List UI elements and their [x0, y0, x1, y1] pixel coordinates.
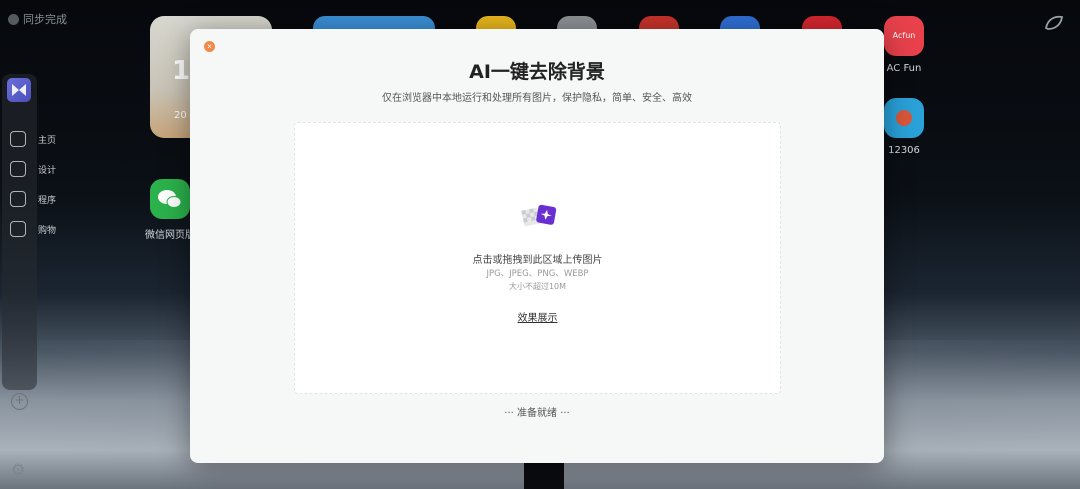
widget-sub: 20	[174, 110, 187, 121]
upload-instruction: 点击或拖拽到此区域上传图片	[472, 255, 603, 266]
dock-item-design[interactable]: 设计	[10, 161, 56, 177]
dock-item-label: 购物	[38, 225, 57, 236]
bag-icon	[10, 221, 26, 237]
leaf-icon[interactable]	[1044, 14, 1064, 32]
app-label-acfun: AC Fun	[886, 63, 922, 74]
wallpaper-figure	[524, 462, 564, 489]
bg-removal-dialog: × AI一键去除背景 仅在浏览器中本地运行和处理所有图片，保护隐私，简单、安全、…	[190, 29, 884, 463]
add-icon[interactable]: +	[11, 393, 28, 410]
acfun-tile-text: Acfun	[892, 31, 916, 40]
dock-item-label: 设计	[38, 165, 57, 176]
dock-item-label: 主页	[38, 135, 57, 146]
widget-text: 1	[172, 56, 191, 86]
dock-item-label: 程序	[38, 195, 57, 206]
sync-icon	[8, 13, 19, 25]
dialog-subtitle: 仅在浏览器中本地运行和处理所有图片，保护隐私，简单、安全、高效	[382, 93, 692, 104]
dock-item-shopping[interactable]: 购物	[10, 221, 56, 237]
dock-item-home[interactable]: 主页	[10, 131, 56, 147]
app-tile-wechat[interactable]	[150, 179, 190, 219]
wechat-icon	[158, 190, 182, 208]
pen-icon	[10, 161, 26, 177]
dialog-title: AI一键去除背景	[469, 61, 605, 83]
dock-item-program[interactable]: 程序	[10, 191, 56, 207]
image-magic-icon	[521, 204, 557, 227]
sync-status[interactable]: 同步完成	[8, 11, 67, 27]
close-button[interactable]: ×	[204, 41, 215, 52]
supported-formats: JPG、JPEG、PNG、WEBP	[486, 269, 589, 279]
home-icon	[10, 131, 26, 147]
train-icon	[896, 110, 912, 126]
app-label-12306: 12306	[888, 145, 920, 156]
app-tile-12306[interactable]	[884, 98, 924, 138]
sync-label: 同步完成	[23, 13, 67, 26]
program-icon	[10, 191, 26, 207]
app-tile-acfun[interactable]: Acfun	[884, 16, 924, 56]
status-text: ··· 准备就绪 ···	[504, 408, 570, 419]
demo-link-wrap: 效果展示	[295, 309, 780, 324]
upload-dropzone[interactable]: 点击或拖拽到此区域上传图片 JPG、JPEG、PNG、WEBP 大小不超过10M…	[294, 122, 781, 394]
gear-icon[interactable]: ⚙	[11, 460, 25, 479]
size-limit: 大小不超过10M	[508, 282, 567, 291]
demo-link[interactable]: 效果展示	[518, 313, 558, 324]
app-logo-icon[interactable]	[7, 78, 31, 102]
